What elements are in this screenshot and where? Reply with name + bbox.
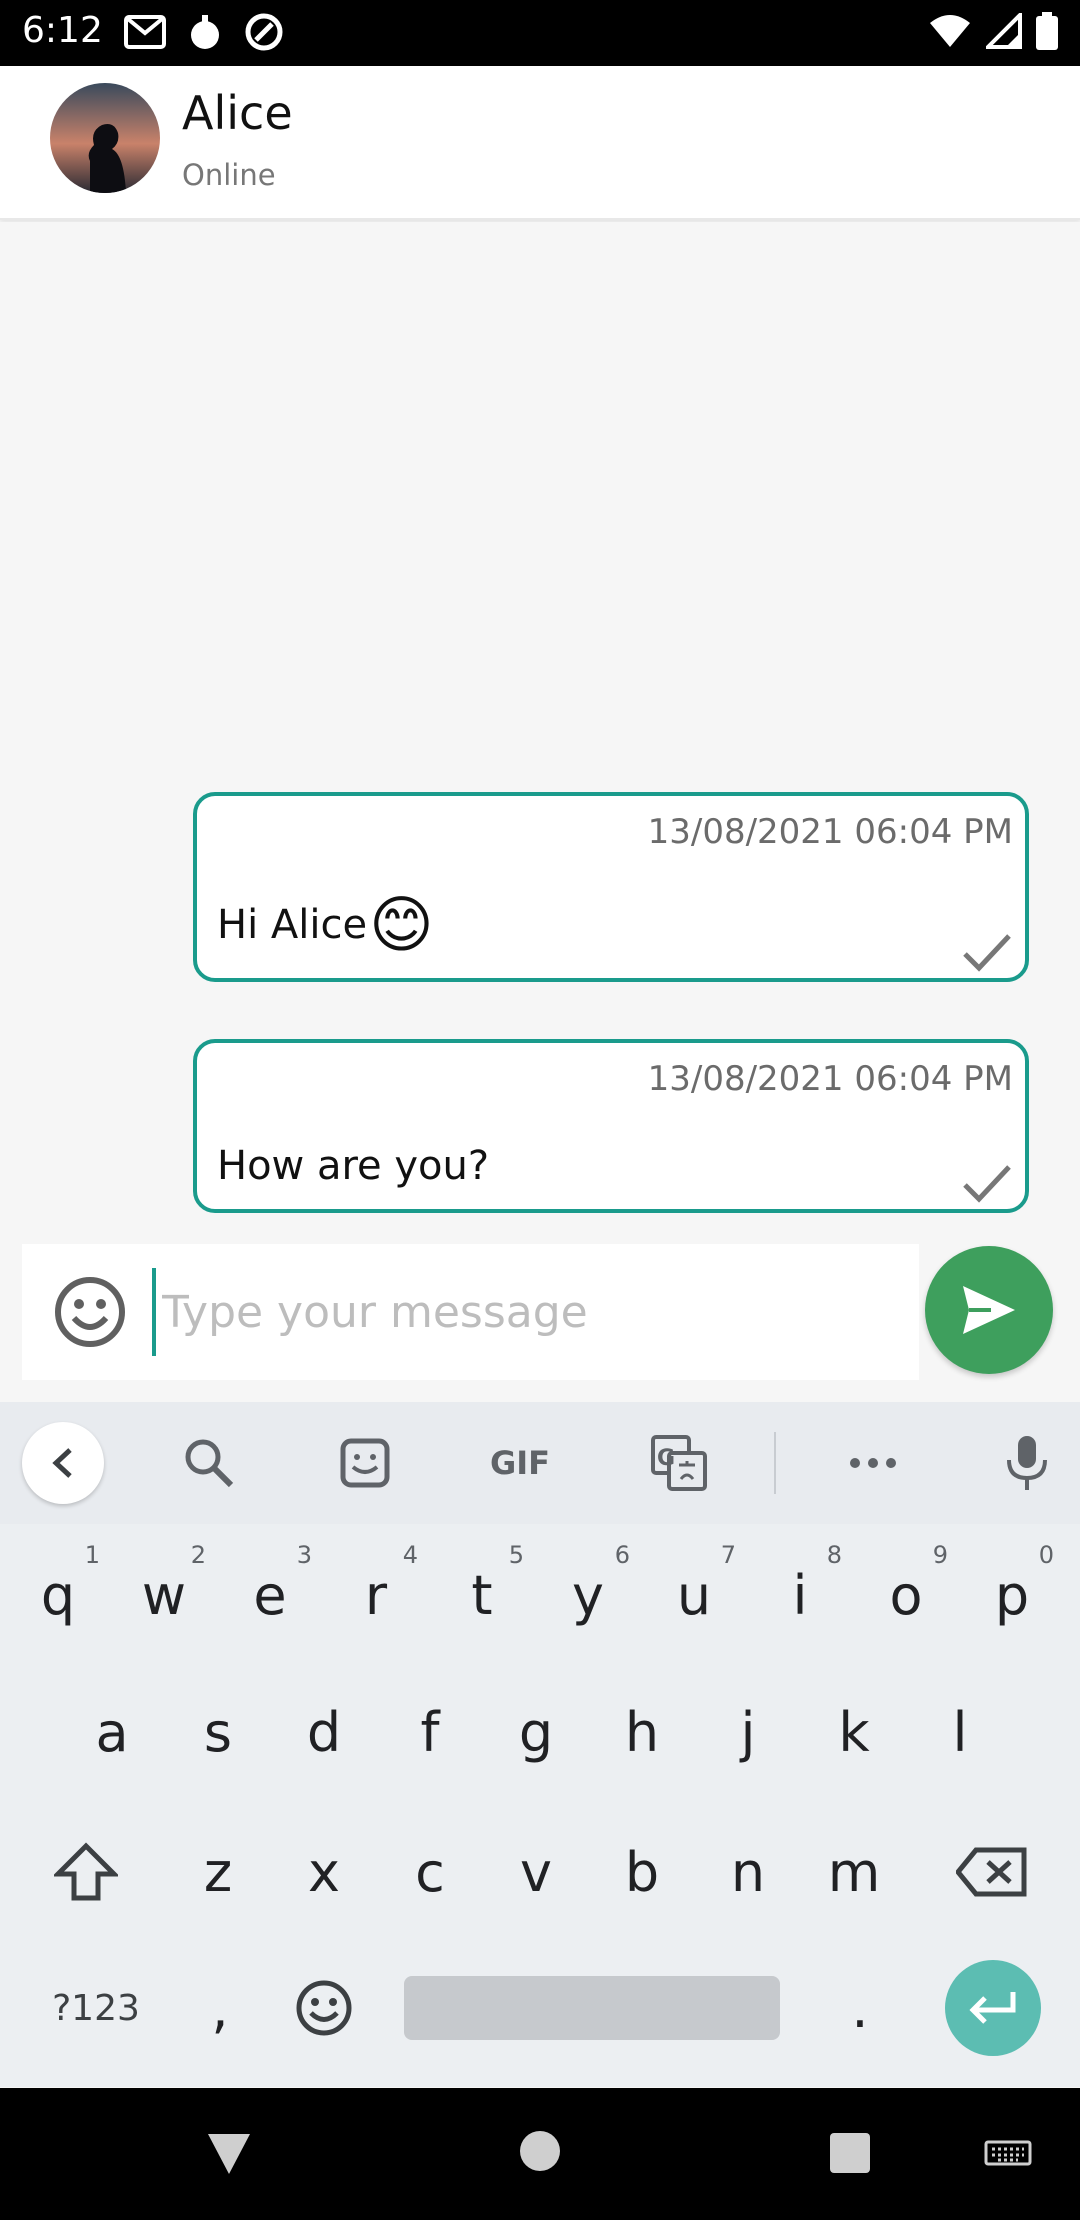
- contact-status: Online: [182, 158, 276, 192]
- chat-header: Alice Online: [0, 66, 1080, 220]
- key-i[interactable]: i8: [752, 1535, 848, 1655]
- message-input[interactable]: [152, 1268, 892, 1356]
- key-v[interactable]: v: [488, 1812, 584, 1932]
- emoji-icon[interactable]: [52, 1274, 128, 1350]
- mic-icon[interactable]: [994, 1430, 1060, 1496]
- message-bubble[interactable]: 13/08/2021 06:04 PM Hi Alice 😊: [193, 792, 1029, 982]
- enter-key[interactable]: [945, 1960, 1041, 2056]
- message-composer: [22, 1244, 919, 1380]
- key-x[interactable]: x: [276, 1812, 372, 1932]
- more-icon[interactable]: [840, 1430, 906, 1496]
- period-key[interactable]: .: [812, 1948, 908, 2068]
- home-nav-icon[interactable]: [519, 2130, 561, 2172]
- sent-check-icon: [963, 1165, 1011, 1203]
- shift-icon: [54, 1842, 118, 1901]
- key-f[interactable]: f: [382, 1672, 478, 1792]
- battery-icon: [1036, 12, 1058, 50]
- key-e[interactable]: e3: [222, 1535, 318, 1655]
- key-j[interactable]: j: [700, 1672, 796, 1792]
- enter-icon: [969, 1992, 1016, 2024]
- keyboard-switch-icon[interactable]: [984, 2140, 1032, 2168]
- gif-button[interactable]: GIF: [484, 1430, 556, 1496]
- message-timestamp: 13/08/2021 06:04 PM: [647, 1059, 1013, 1099]
- status-time: 6:12: [22, 10, 103, 51]
- key-k[interactable]: k: [806, 1672, 902, 1792]
- status-bar: 6:12: [0, 0, 1080, 66]
- key-z[interactable]: z: [170, 1812, 266, 1932]
- symbols-key[interactable]: ?123: [36, 1948, 156, 2068]
- avatar[interactable]: [50, 83, 160, 193]
- key-o[interactable]: o9: [858, 1535, 954, 1655]
- key-d[interactable]: d: [276, 1672, 372, 1792]
- key-b[interactable]: b: [594, 1812, 690, 1932]
- key-r[interactable]: r4: [328, 1535, 424, 1655]
- key-a[interactable]: a: [64, 1672, 160, 1792]
- sent-check-icon: [963, 934, 1011, 972]
- comma-key[interactable]: ,: [172, 1948, 268, 2068]
- key-w[interactable]: w2: [116, 1535, 212, 1655]
- space-bar[interactable]: [404, 1976, 780, 2040]
- search-icon[interactable]: [176, 1430, 242, 1496]
- key-q[interactable]: q1: [10, 1535, 106, 1655]
- key-y[interactable]: y6: [540, 1535, 636, 1655]
- send-button[interactable]: [925, 1246, 1053, 1374]
- contact-name: Alice: [182, 86, 293, 140]
- message-text: Hi Alice: [217, 901, 368, 948]
- key-h[interactable]: h: [594, 1672, 690, 1792]
- gmail-icon: [124, 15, 166, 49]
- translate-icon[interactable]: G: [646, 1430, 712, 1496]
- shift-key[interactable]: [38, 1812, 134, 1932]
- navigation-bar: [0, 2088, 1080, 2220]
- emoji-key[interactable]: [276, 1948, 372, 2068]
- keyboard-toolbar: GIF G: [0, 1402, 1080, 1524]
- app-icon: [191, 15, 219, 49]
- key-u[interactable]: u7: [646, 1535, 742, 1655]
- key-s[interactable]: s: [170, 1672, 266, 1792]
- key-t[interactable]: t5: [434, 1535, 530, 1655]
- sync-icon: [245, 13, 283, 51]
- key-p[interactable]: p0: [964, 1535, 1060, 1655]
- smiley-emoji: 😊: [369, 888, 434, 961]
- backspace-key[interactable]: [944, 1812, 1040, 1932]
- back-icon[interactable]: [22, 1422, 104, 1504]
- backspace-icon: [956, 1847, 1027, 1897]
- key-m[interactable]: m: [806, 1812, 902, 1932]
- sticker-icon[interactable]: [332, 1430, 398, 1496]
- svg-text:G: G: [657, 1446, 675, 1471]
- key-g[interactable]: g: [488, 1672, 584, 1792]
- send-icon: [963, 1286, 1015, 1334]
- signal-icon: [986, 13, 1022, 49]
- key-n[interactable]: n: [700, 1812, 796, 1932]
- emoji-icon: [296, 1980, 352, 2036]
- message-bubble[interactable]: 13/08/2021 06:04 PM How are you?: [193, 1039, 1029, 1213]
- key-c[interactable]: c: [382, 1812, 478, 1932]
- message-text: How are you?: [217, 1143, 490, 1189]
- message-timestamp: 13/08/2021 06:04 PM: [647, 812, 1013, 852]
- back-nav-icon[interactable]: [206, 2130, 252, 2176]
- key-l[interactable]: l: [912, 1672, 1008, 1792]
- wifi-icon: [930, 15, 970, 47]
- recents-nav-icon[interactable]: [829, 2132, 871, 2174]
